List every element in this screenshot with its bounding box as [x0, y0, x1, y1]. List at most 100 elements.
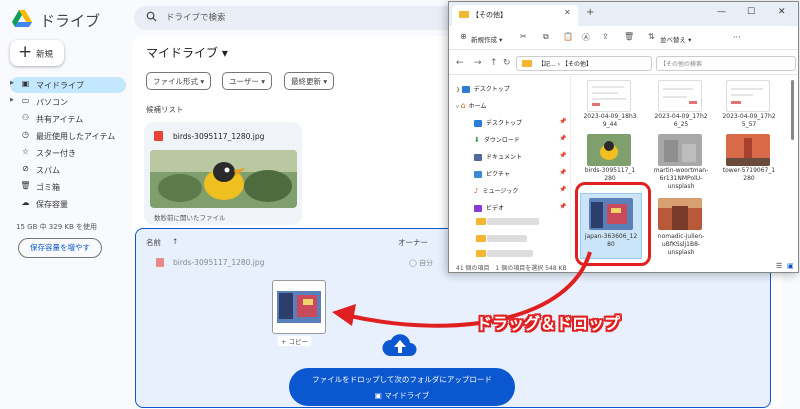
pin-icon: 📌 [559, 135, 567, 142]
clock-icon: ◷ [22, 130, 29, 139]
desktop-icon [474, 120, 482, 127]
filter-people[interactable]: ユーザー ▾ [222, 72, 272, 90]
plus-icon: + [18, 42, 33, 62]
nav-item-starred[interactable]: ☆ スター付き [0, 146, 126, 160]
minimize-icon[interactable]: — [717, 7, 726, 17]
column-header-name[interactable]: 名前 [146, 237, 161, 248]
image-file-icon [154, 131, 163, 141]
file-thumbnail[interactable] [587, 134, 631, 166]
close-window-icon[interactable]: ✕ [778, 7, 786, 17]
share-icon[interactable]: ⇪ [602, 32, 609, 41]
file-thumbnail[interactable] [726, 80, 770, 112]
forward-icon[interactable]: → [474, 58, 482, 68]
delete-icon[interactable]: 🗑 [624, 32, 634, 41]
search-icon [146, 11, 157, 22]
explorer-tab-title: 【その他】 [472, 11, 507, 19]
trash-icon: 🗑 [20, 181, 31, 190]
tiles-view-icon[interactable]: ▣ [787, 262, 794, 270]
file-name[interactable]: tower-5719067_1 280 [719, 167, 779, 183]
drive-icon: ▣ [374, 391, 385, 400]
tree-item-desktop[interactable]: ❯ デスクトップ [456, 84, 510, 93]
drive-logo[interactable] [12, 10, 32, 28]
address-path: 【記... › 【その他】 [538, 61, 592, 68]
file-thumbnail[interactable] [658, 198, 702, 230]
explorer-scrollbar[interactable] [791, 80, 794, 140]
nav-item-computers[interactable]: ▶ ▭ パソコン [0, 95, 126, 109]
tree-item-redacted[interactable] [487, 235, 527, 242]
file-name[interactable]: nomadic-julien-uBfKSslj1B8-unsplash [651, 233, 711, 257]
desktop-icon [461, 86, 470, 93]
tree-item-documents[interactable]: ドキュメント [474, 152, 522, 161]
tree-item-redacted[interactable] [487, 218, 539, 225]
new-item-icon: ⊕ [460, 32, 467, 41]
back-icon[interactable]: ← [456, 58, 464, 68]
suggestions-label: 候補リスト [146, 105, 184, 114]
image-file-icon [156, 258, 164, 267]
tree-item-pictures[interactable]: ピクチャ [474, 169, 510, 178]
nav-item-trash[interactable]: 🗑 ゴミ箱 [0, 180, 126, 194]
folder-icon [476, 218, 486, 225]
pictures-icon [474, 171, 482, 178]
shared-icon: ⚇ [21, 113, 30, 122]
rename-icon[interactable]: Ⓐ [582, 32, 590, 43]
expand-caret-icon[interactable]: ▶ [10, 97, 14, 103]
explorer-tab[interactable] [452, 5, 578, 26]
tree-item-videos[interactable]: ビデオ [474, 203, 504, 212]
copy-badge: + コピー [278, 336, 312, 346]
copy-icon[interactable]: ⧉ [543, 32, 549, 42]
folder-icon [476, 235, 486, 242]
spam-icon: ⊘ [22, 164, 29, 173]
drop-instruction: ファイルをドロップして次のフォルダにアップロード [312, 375, 492, 384]
sort-icon: ⇅ [648, 32, 655, 41]
tree-item-music[interactable]: ♪ ミュージック [474, 186, 518, 195]
tree-item-desktop-2[interactable]: デスクトップ [474, 118, 522, 127]
more-options-icon[interactable]: ··· [733, 33, 741, 42]
file-thumbnail[interactable] [587, 80, 631, 112]
sort-arrow-icon[interactable]: ↑ [172, 237, 178, 246]
nav-item-my-drive[interactable]: ▶ ▣ マイドライブ [0, 78, 126, 92]
page-title[interactable]: マイドライブ ▾ [146, 44, 228, 61]
search-placeholder: ドライブで検索 [166, 13, 226, 23]
file-name[interactable]: 2023-04-09_18h3 9_44 [580, 113, 640, 129]
cut-icon[interactable]: ✂ [520, 32, 527, 41]
card-note: 数秒前に開いたファイル [154, 214, 226, 222]
nav-item-spam[interactable]: ⊘ スパム [0, 163, 126, 177]
new-button[interactable]: 新規作成 ▾ [471, 34, 502, 44]
file-name[interactable]: birds-3095117_1 280 [580, 167, 640, 183]
sort-button[interactable]: 並べ替え ▾ [660, 34, 691, 44]
filter-modified[interactable]: 最終更新 ▾ [284, 72, 335, 90]
file-row-name[interactable]: birds-3095117_1280.jpg [173, 258, 264, 267]
storage-usage-text: 15 GB 中 329 KB を使用 [16, 223, 98, 231]
column-header-owner[interactable]: オーナー [398, 237, 428, 248]
app-name: ドライブ [40, 12, 101, 30]
documents-icon [474, 154, 482, 161]
details-view-icon[interactable]: ☰ [776, 262, 782, 270]
folder-icon [459, 11, 469, 18]
card-title: birds-3095117_1280.jpg [173, 132, 265, 141]
get-more-storage-button[interactable]: 保存容量を増やす [18, 238, 102, 258]
file-name[interactable]: 2023-04-09_17h2 5_57 [719, 113, 779, 129]
up-icon[interactable]: ↑ [490, 58, 498, 68]
paste-icon[interactable]: 📋 [563, 32, 573, 41]
upload-cloud-icon [382, 334, 417, 356]
star-icon: ☆ [21, 147, 30, 156]
refresh-icon[interactable]: ↻ [503, 58, 511, 68]
file-name[interactable]: 2023-04-09_17h2 6_25 [651, 113, 711, 129]
expand-caret-icon[interactable]: ▶ [10, 80, 14, 86]
filter-file-type[interactable]: ファイル形式 ▾ [146, 72, 212, 90]
nav-item-recent[interactable]: ◷ 最近使用したアイテム [0, 129, 126, 143]
tree-item-home[interactable]: v ⌂ ホーム [456, 101, 486, 110]
drive-icon: ▣ [21, 79, 30, 88]
nav-item-shared[interactable]: ⚇ 共有アイテム [0, 112, 126, 126]
close-tab-icon[interactable]: ✕ [564, 8, 571, 17]
maximize-icon[interactable]: ☐ [747, 7, 755, 17]
tree-item-downloads[interactable]: ⬇ ダウンロード [474, 135, 520, 144]
new-tab-button[interactable]: + [586, 7, 594, 18]
file-thumbnail[interactable] [658, 134, 702, 166]
file-thumbnail[interactable] [658, 80, 702, 112]
file-name[interactable]: martin-woortman-6r131NMPolU-unsplash [651, 167, 711, 191]
nav-item-storage[interactable]: ☁ 保存容量 [0, 197, 126, 211]
pane-divider[interactable] [570, 75, 571, 260]
file-thumbnail[interactable] [726, 134, 770, 166]
folder-icon [522, 60, 532, 67]
